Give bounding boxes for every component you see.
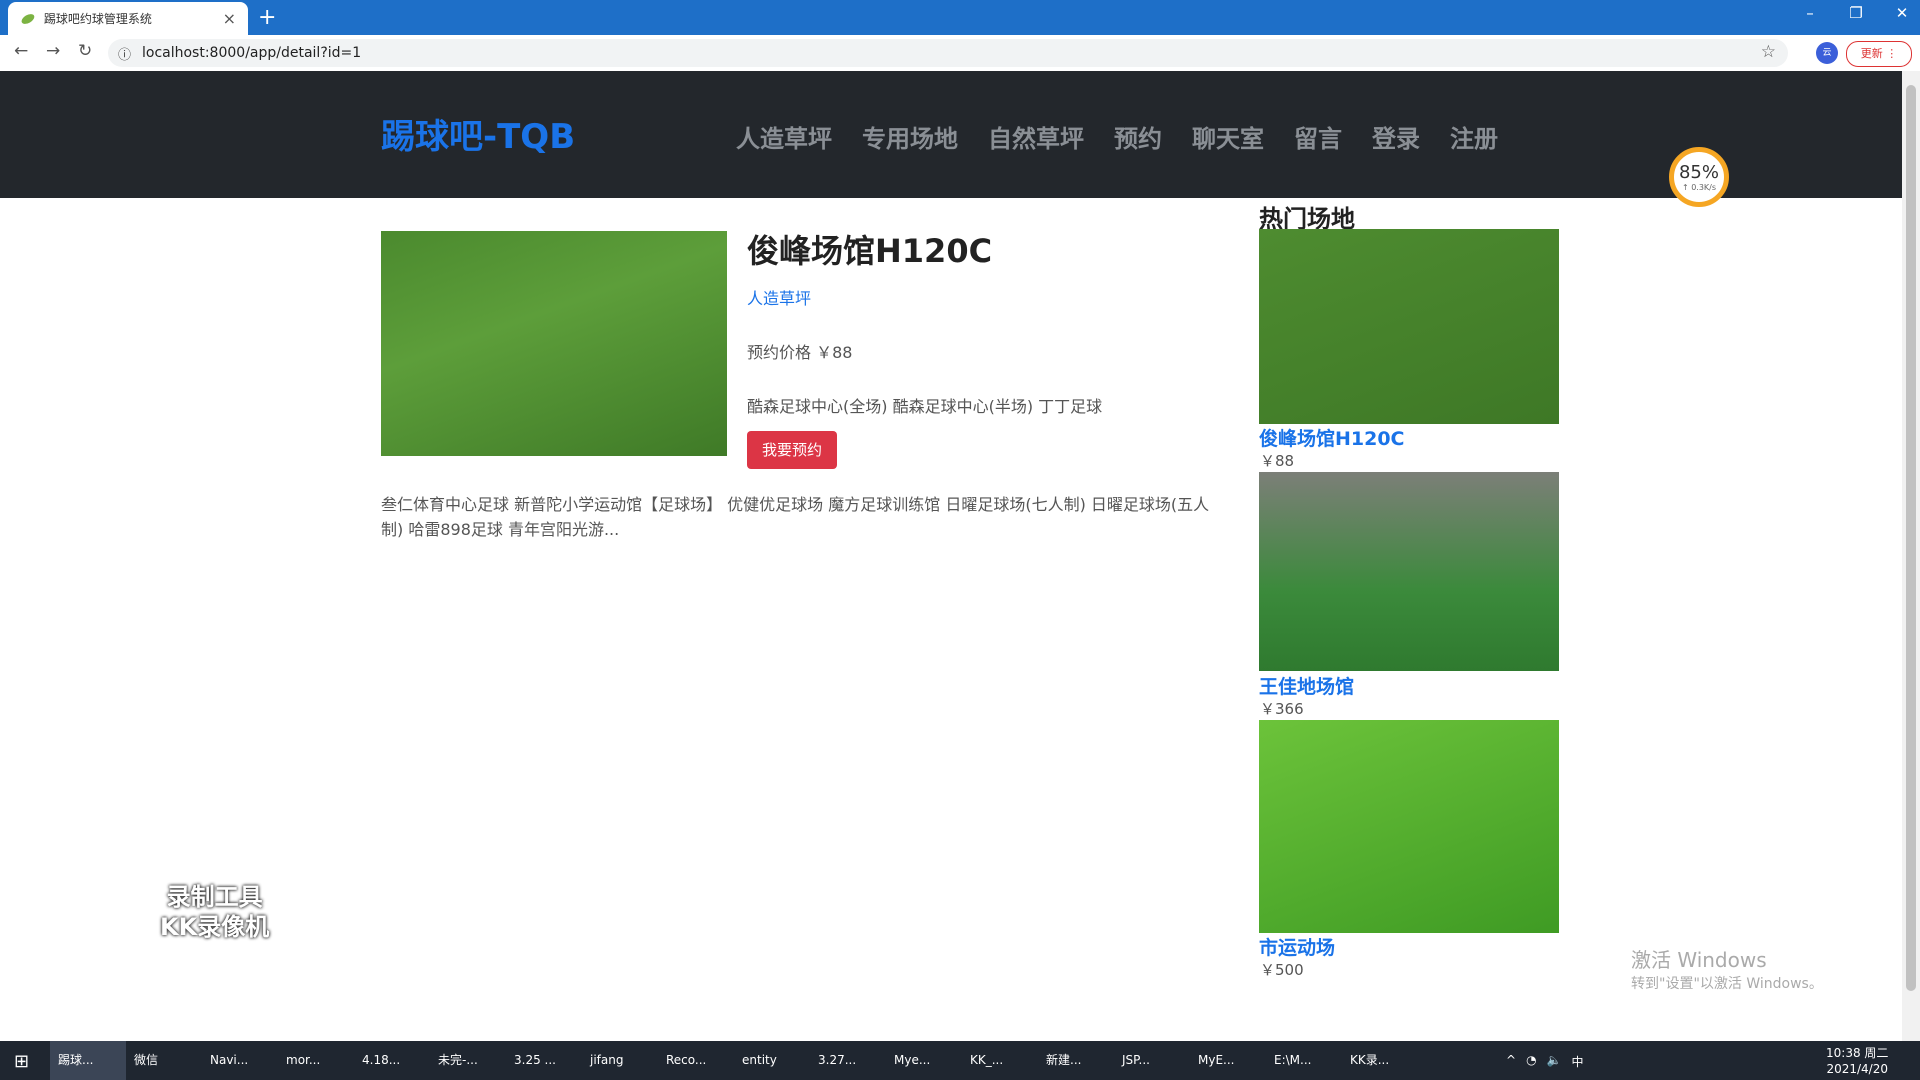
recorder-line-2: KK录像机 [160, 913, 270, 941]
brand-logo[interactable]: 踢球吧-TQB [381, 109, 575, 158]
taskbar-item[interactable]: KK录... [1342, 1041, 1418, 1080]
new-tab-button[interactable]: + [258, 5, 276, 30]
hot-venue-price: ￥500 [1260, 961, 1304, 979]
taskbar-item[interactable]: 未完-... [430, 1041, 506, 1080]
windows-taskbar: ⊞ 踢球... 微信 Navi... mor... 4.18... 未完-...… [0, 1041, 1920, 1080]
taskbar-item[interactable]: MyE... [1190, 1041, 1266, 1080]
leaf-icon [21, 13, 35, 24]
venue-tags: 酷森足球中心(全场) 酷森足球中心(半场) 丁丁足球 [747, 397, 1103, 416]
info-icon[interactable]: ⓘ [118, 44, 131, 63]
clock-date: 2021/4/20 [1826, 1062, 1888, 1076]
scrollbar-thumb[interactable] [1906, 85, 1916, 991]
taskbar-item[interactable]: KK_... [962, 1041, 1038, 1080]
bookmark-star-icon[interactable]: ☆ [1761, 42, 1776, 62]
speed-percent: 85% [1678, 162, 1719, 183]
nav-item-messages[interactable]: 留言 [1294, 119, 1342, 154]
nav-item-login[interactable]: 登录 [1372, 119, 1420, 154]
tray-chevron-icon[interactable]: ^ [1506, 1053, 1516, 1070]
hot-venue-price: ￥88 [1260, 452, 1295, 470]
browser-toolbar: ← → ↻ ⓘ localhost:8000/app/detail?id=1 ☆ [0, 35, 1920, 72]
activate-subtitle: 转到"设置"以激活 Windows。 [1631, 976, 1823, 992]
nav-item-chatroom[interactable]: 聊天室 [1192, 119, 1264, 154]
address-bar[interactable]: ⓘ localhost:8000/app/detail?id=1 ☆ [108, 39, 1788, 67]
taskbar-item[interactable]: Reco... [658, 1041, 734, 1080]
taskbar-apps: 踢球... 微信 Navi... mor... 4.18... 未完-... 3… [50, 1041, 1418, 1080]
ime-indicator[interactable]: 中 [1572, 1053, 1584, 1070]
close-window-icon[interactable]: ✕ [1892, 4, 1912, 22]
speed-rate: ↑ 0.3K/s [1681, 183, 1717, 192]
hot-venue-photo[interactable] [1259, 720, 1559, 933]
browser-tab[interactable]: 踢球吧约球管理系统 × [8, 2, 248, 35]
venue-description: 叁仁体育中心足球 新普陀小学运动馆【足球场】 优健优足球场 魔方足球训练馆 日曜… [381, 495, 1210, 539]
clock-time: 10:38 周二 [1826, 1046, 1889, 1060]
network-speed-widget[interactable]: 85% ↑ 0.3K/s [1669, 147, 1729, 207]
minimize-icon[interactable]: – [1800, 4, 1820, 22]
venue-title: 俊峰场馆H120C [747, 232, 993, 270]
hot-venue-name[interactable]: 俊峰场馆H120C [1259, 424, 1405, 451]
hot-venue-photo[interactable] [1259, 229, 1559, 424]
taskbar-item[interactable]: E:\M... [1266, 1041, 1342, 1080]
taskbar-item[interactable]: jifang [582, 1041, 658, 1080]
back-icon[interactable]: ← [14, 41, 28, 61]
tab-close-icon[interactable]: × [223, 9, 236, 28]
taskbar-clock[interactable]: 10:38 周二 2021/4/20 [1826, 1045, 1888, 1077]
hot-venue-photo[interactable] [1259, 472, 1559, 671]
reserve-button[interactable]: 我要预约 [747, 431, 837, 469]
restore-icon[interactable]: ❐ [1846, 4, 1866, 22]
nav-item-register[interactable]: 注册 [1450, 119, 1498, 154]
hot-venue-price: ￥366 [1260, 700, 1304, 718]
url-text[interactable]: localhost:8000/app/detail?id=1 [142, 45, 361, 61]
taskbar-item-wechat[interactable]: 微信 [126, 1041, 202, 1080]
recorder-line-1: 录制工具 [166, 883, 263, 911]
forward-icon[interactable]: → [46, 41, 60, 61]
venue-price: 预约价格 ￥88 [747, 343, 853, 362]
windows-start-icon[interactable]: ⊞ [14, 1051, 29, 1072]
hot-venue-name[interactable]: 王佳地场馆 [1259, 672, 1354, 699]
taskbar-item[interactable]: entity [734, 1041, 810, 1080]
page-scrollbar[interactable] [1902, 71, 1920, 1041]
taskbar-item[interactable]: 4.18... [354, 1041, 430, 1080]
main-nav: 人造草坪 专用场地 自然草坪 预约 聊天室 留言 登录 注册 [736, 119, 1498, 154]
extension-icon[interactable]: 云 [1816, 42, 1838, 64]
nav-item-natural-turf[interactable]: 自然草坪 [988, 119, 1084, 154]
site-header: 踢球吧-TQB 人造草坪 专用场地 自然草坪 预约 聊天室 留言 登录 注册 [0, 71, 1902, 198]
taskbar-item[interactable]: 3.27... [810, 1041, 886, 1080]
taskbar-item[interactable]: Navi... [202, 1041, 278, 1080]
browser-tab-strip: 踢球吧约球管理系统 × + – ❐ ✕ [0, 0, 1920, 35]
nav-item-booking[interactable]: 预约 [1114, 119, 1162, 154]
taskbar-item-chrome[interactable]: 踢球... [50, 1041, 126, 1080]
update-button[interactable]: 更新 ⋮ [1846, 41, 1912, 67]
volume-icon[interactable]: 🔈 [1547, 1053, 1562, 1070]
hot-venue-name[interactable]: 市运动场 [1259, 933, 1335, 960]
windows-activation-notice: 激活 Windows 转到"设置"以激活 Windows。 [1631, 944, 1823, 993]
recorder-watermark: 录制工具 KK录像机 [160, 882, 269, 942]
taskbar-item[interactable]: Mye... [886, 1041, 962, 1080]
network-icon[interactable]: ◔ [1526, 1053, 1536, 1070]
system-tray: ^ ◔ 🔈 中 [1506, 1053, 1584, 1070]
taskbar-item[interactable]: mor... [278, 1041, 354, 1080]
nav-item-artificial-turf[interactable]: 人造草坪 [736, 119, 832, 154]
activate-title: 激活 Windows [1631, 948, 1767, 972]
taskbar-item[interactable]: JSP... [1114, 1041, 1190, 1080]
tab-title: 踢球吧约球管理系统 [43, 12, 152, 26]
window-controls: – ❐ ✕ [1800, 4, 1912, 22]
venue-category-link[interactable]: 人造草坪 [747, 285, 811, 309]
nav-item-dedicated-venue[interactable]: 专用场地 [862, 119, 958, 154]
venue-photo [381, 231, 727, 456]
reload-icon[interactable]: ↻ [78, 41, 92, 61]
taskbar-item[interactable]: 3.25 ... [506, 1041, 582, 1080]
taskbar-item[interactable]: 新建... [1038, 1041, 1114, 1080]
